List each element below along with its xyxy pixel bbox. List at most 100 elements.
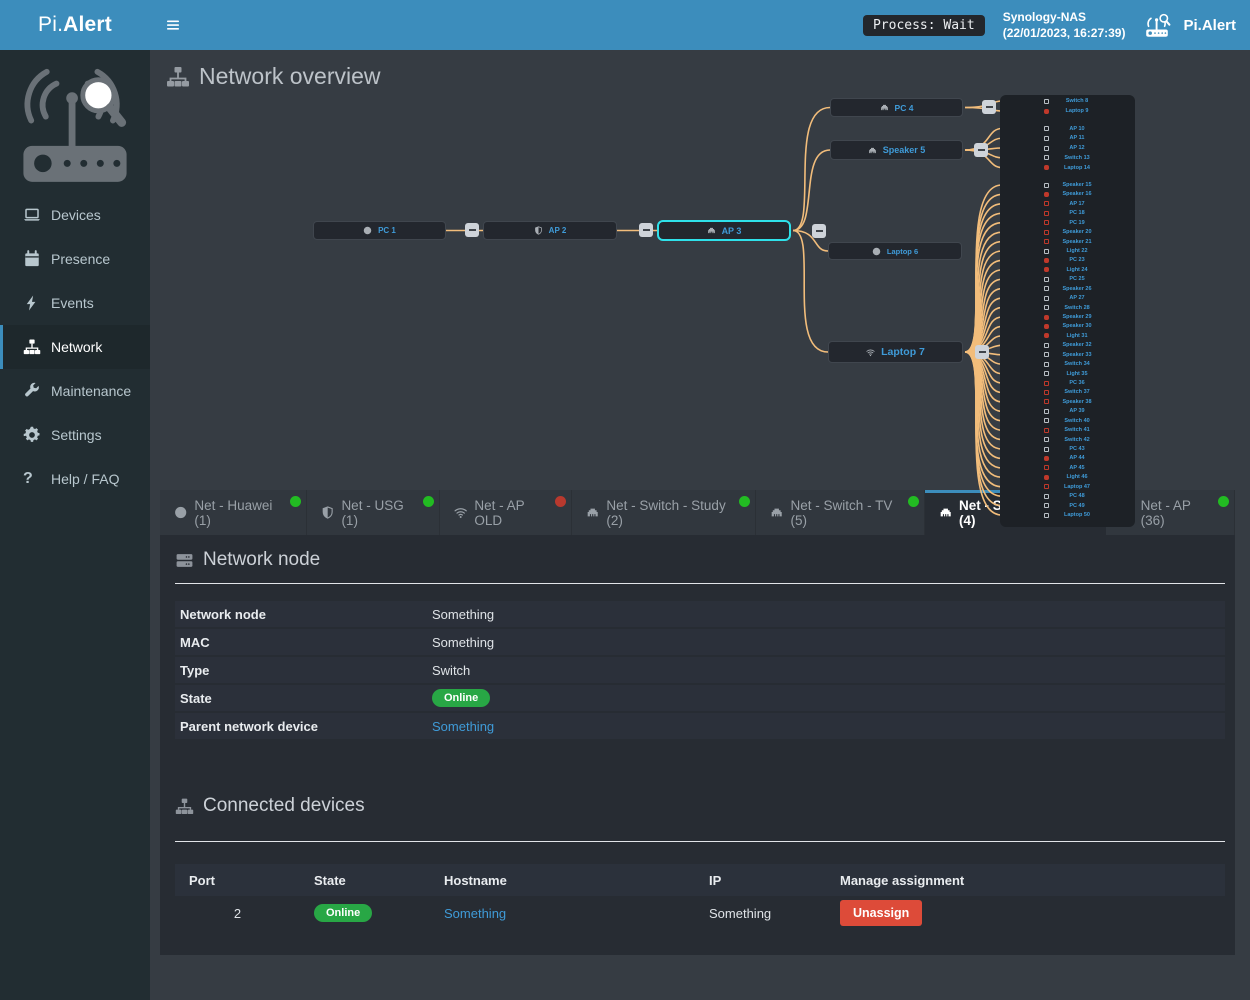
- tab-net-switch-study-2[interactable]: Net - Switch - Study (2): [572, 490, 756, 535]
- network-node-ap-3[interactable]: AP 3: [657, 220, 791, 241]
- device-item-pc-49[interactable]: PC 49: [1000, 501, 1135, 510]
- device-item-light-24[interactable]: Light 24: [1000, 265, 1135, 274]
- host-name: Synology-NAS: [1003, 9, 1126, 25]
- network-node-speaker-5[interactable]: Speaker 5: [830, 140, 963, 160]
- sidebar-brand[interactable]: Pi.Alert: [0, 0, 150, 50]
- tab-net-huawei-1[interactable]: Net - Huawei (1): [160, 490, 307, 535]
- parent-device-link[interactable]: Something: [432, 719, 494, 734]
- network-node-ap-2[interactable]: AP 2: [483, 221, 617, 240]
- collapse-button-pc4[interactable]: [982, 100, 996, 114]
- device-item-switch-34[interactable]: Switch 34: [1000, 360, 1135, 369]
- column-manage-assignment: Manage assignment: [835, 873, 1225, 888]
- wifi-icon: [454, 505, 467, 520]
- ethernet-icon: [868, 146, 877, 155]
- network-node-pc-1[interactable]: PC 1: [313, 221, 446, 240]
- tab-net-switch-tv-5[interactable]: Net - Switch - TV (5): [756, 490, 924, 535]
- collapse-button-pc1[interactable]: [465, 223, 479, 237]
- device-item-pc-18[interactable]: PC 18: [1000, 209, 1135, 218]
- column-hostname: Hostname: [430, 873, 695, 888]
- device-item-speaker-30[interactable]: Speaker 30: [1000, 322, 1135, 331]
- device-item-speaker-15[interactable]: Speaker 15: [1000, 181, 1135, 190]
- device-item-ap-17[interactable]: AP 17: [1000, 199, 1135, 208]
- device-item-ap-10[interactable]: AP 10: [1000, 124, 1135, 133]
- device-item-laptop-9[interactable]: Laptop 9: [1000, 107, 1135, 116]
- bolt-icon: [23, 294, 41, 312]
- ip-value: Something: [695, 906, 835, 921]
- status-dot-green: [290, 496, 301, 507]
- device-item-speaker-16[interactable]: Speaker 16: [1000, 190, 1135, 199]
- device-item-switch-40[interactable]: Switch 40: [1000, 416, 1135, 425]
- sitemap-icon: [166, 65, 190, 89]
- device-item-laptop-14[interactable]: Laptop 14: [1000, 163, 1135, 172]
- status-dot-green: [908, 496, 919, 507]
- ethernet-icon: [707, 226, 716, 235]
- device-item-switch-41[interactable]: Switch 41: [1000, 426, 1135, 435]
- device-item-pc-23[interactable]: PC 23: [1000, 256, 1135, 265]
- connected-devices-heading: Connected devices: [175, 795, 1225, 817]
- column-ip: IP: [695, 873, 835, 888]
- server-icon: [175, 551, 194, 570]
- sidebar-item-network[interactable]: Network: [0, 325, 150, 369]
- pialert-logo-icon: [0, 50, 150, 185]
- sidebar-item-settings[interactable]: Settings: [0, 413, 150, 457]
- device-item-laptop-50[interactable]: Laptop 50: [1000, 511, 1135, 520]
- network-node-laptop-7[interactable]: Laptop 7: [828, 341, 963, 363]
- device-item-pc-36[interactable]: PC 36: [1000, 379, 1135, 388]
- device-item-switch-28[interactable]: Switch 28: [1000, 303, 1135, 312]
- device-item-pc-48[interactable]: PC 48: [1000, 492, 1135, 501]
- detail-row-network-node: Network nodeSomething: [175, 601, 1225, 627]
- shield-icon: [321, 505, 334, 520]
- device-item-light-46[interactable]: Light 46: [1000, 473, 1135, 482]
- hostname-link[interactable]: Something: [444, 906, 506, 921]
- host-info: Synology-NAS (22/01/2023, 16:27:39): [1003, 9, 1126, 41]
- ethernet-icon: [880, 103, 889, 112]
- device-item-switch-42[interactable]: Switch 42: [1000, 435, 1135, 444]
- navbar-right: Process: Wait Synology-NAS (22/01/2023, …: [863, 9, 1250, 41]
- sidebar-item-help-faq[interactable]: ?Help / FAQ: [0, 457, 150, 501]
- collapse-button-ap2[interactable]: [639, 223, 653, 237]
- tab-net-usg-1[interactable]: Net - USG (1): [307, 490, 440, 535]
- hamburger-menu-button[interactable]: [150, 0, 196, 50]
- device-item-light-35[interactable]: Light 35: [1000, 369, 1135, 378]
- sidebar-item-presence[interactable]: Presence: [0, 237, 150, 281]
- collapse-button-lp7[interactable]: [975, 345, 989, 359]
- device-item-ap-45[interactable]: AP 45: [1000, 463, 1135, 472]
- device-item-ap-12[interactable]: AP 12: [1000, 144, 1135, 153]
- device-item-speaker-32[interactable]: Speaker 32: [1000, 341, 1135, 350]
- collapse-button-sp5[interactable]: [974, 143, 988, 157]
- device-item-speaker-33[interactable]: Speaker 33: [1000, 350, 1135, 359]
- detail-row-type: TypeSwitch: [175, 657, 1225, 683]
- network-node-pc-4[interactable]: PC 4: [830, 98, 963, 117]
- device-item-speaker-38[interactable]: Speaker 38: [1000, 397, 1135, 406]
- device-item-switch-13[interactable]: Switch 13: [1000, 153, 1135, 162]
- device-item-laptop-47[interactable]: Laptop 47: [1000, 482, 1135, 491]
- device-item-pc-43[interactable]: PC 43: [1000, 445, 1135, 454]
- tab-content-panel: Network node Network nodeSomethingMACSom…: [160, 535, 1235, 955]
- collapse-button-ap3[interactable]: [812, 224, 826, 238]
- burger-icon: [164, 16, 182, 34]
- unassign-button[interactable]: Unassign: [840, 900, 922, 926]
- device-item-speaker-21[interactable]: Speaker 21: [1000, 237, 1135, 246]
- question-icon: ?: [23, 470, 41, 488]
- column-state: State: [300, 873, 430, 888]
- device-item-ap-27[interactable]: AP 27: [1000, 294, 1135, 303]
- state-badge: Online: [432, 689, 490, 707]
- device-item-speaker-29[interactable]: Speaker 29: [1000, 313, 1135, 322]
- device-item-ap-11[interactable]: AP 11: [1000, 134, 1135, 143]
- sidebar-item-maintenance[interactable]: Maintenance: [0, 369, 150, 413]
- sidebar-item-events[interactable]: Events: [0, 281, 150, 325]
- device-item-light-31[interactable]: Light 31: [1000, 331, 1135, 340]
- device-item-pc-25[interactable]: PC 25: [1000, 275, 1135, 284]
- device-item-ap-39[interactable]: AP 39: [1000, 407, 1135, 416]
- tab-net-ap-old[interactable]: Net - AP OLD: [440, 490, 572, 535]
- brand-prefix: Pi.: [38, 13, 63, 37]
- sidebar-item-devices[interactable]: Devices: [0, 193, 150, 237]
- device-item-ap-44[interactable]: AP 44: [1000, 454, 1135, 463]
- device-item-switch-8[interactable]: Switch 8: [1000, 97, 1135, 106]
- network-node-laptop-6[interactable]: Laptop 6: [828, 242, 962, 260]
- device-item-light-22[interactable]: Light 22: [1000, 247, 1135, 256]
- device-item-switch-37[interactable]: Switch 37: [1000, 388, 1135, 397]
- device-item-speaker-26[interactable]: Speaker 26: [1000, 284, 1135, 293]
- device-item-speaker-20[interactable]: Speaker 20: [1000, 228, 1135, 237]
- device-item-pc-19[interactable]: PC 19: [1000, 218, 1135, 227]
